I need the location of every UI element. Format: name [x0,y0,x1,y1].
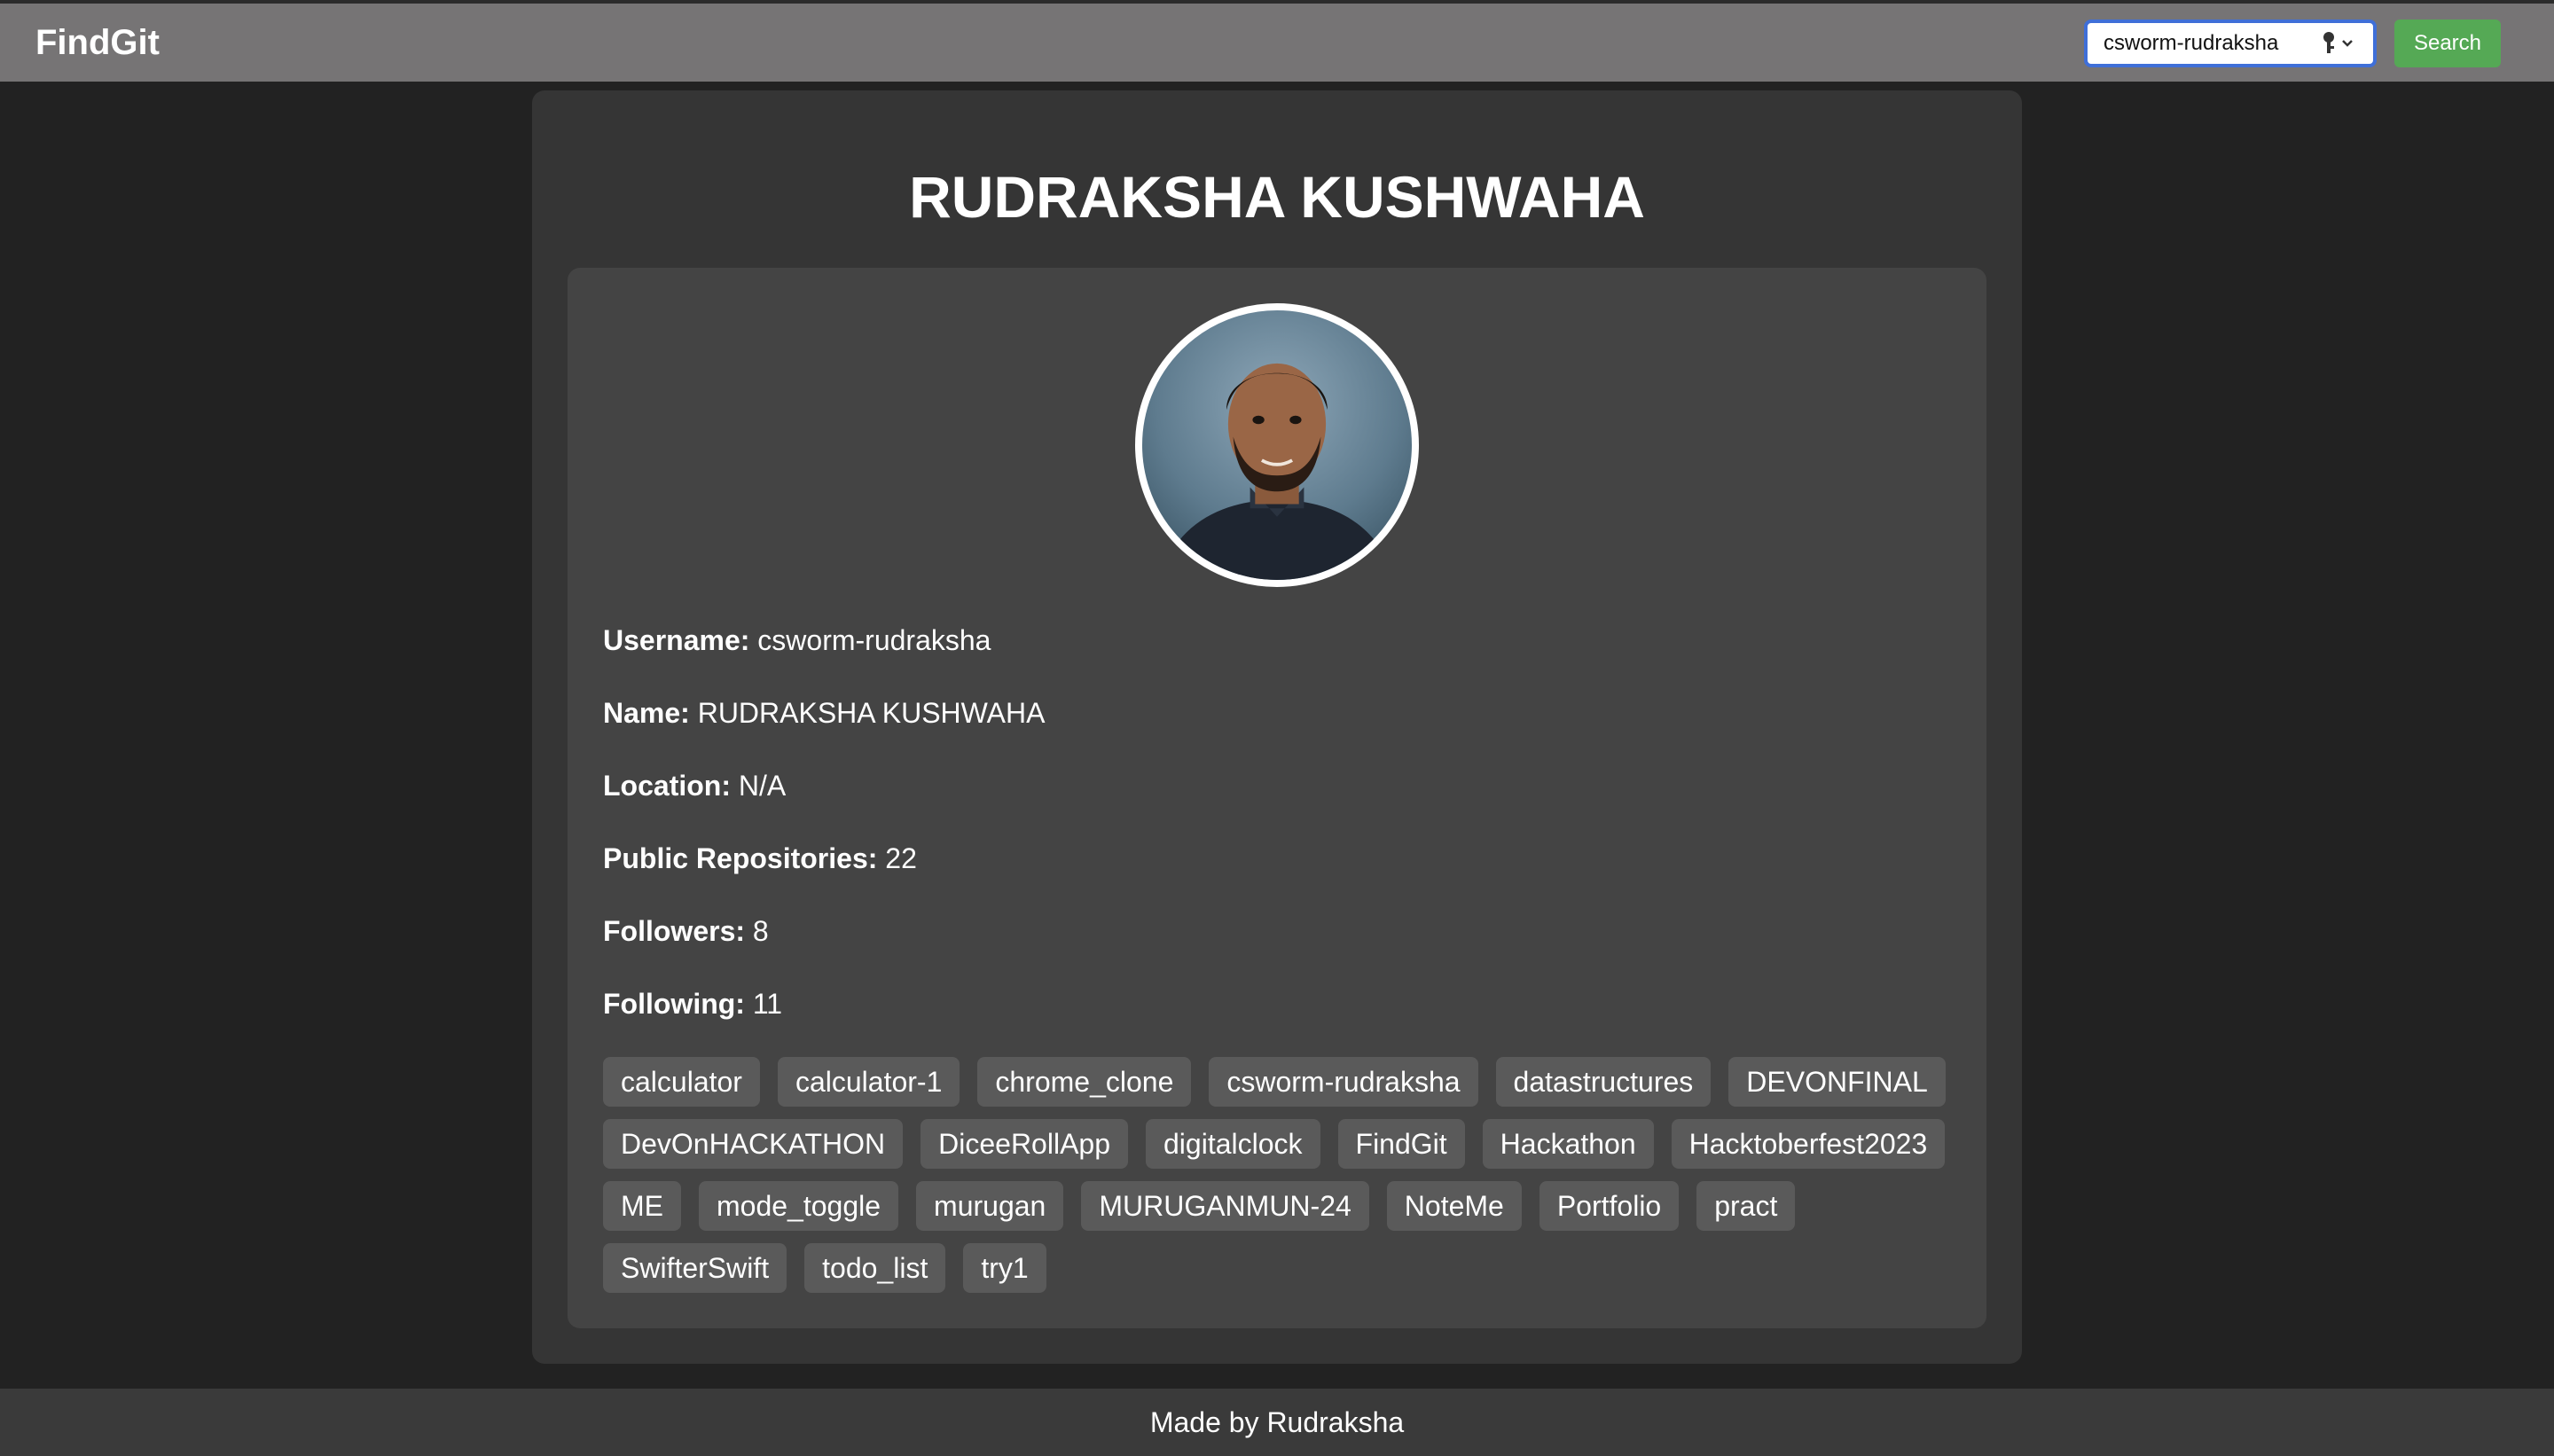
repo-tag[interactable]: SwifterSwift [603,1243,787,1293]
repo-tag[interactable]: mode_toggle [699,1181,899,1231]
key-icon[interactable] [2320,30,2359,57]
info-following-value: 11 [752,988,783,1020]
info-location: Location: N/A [603,768,786,803]
brand-logo[interactable]: FindGit [35,20,160,66]
repo-tag[interactable]: DevOnHACKATHON [603,1119,904,1169]
footer-text: Made by Rudraksha [1149,1406,1405,1438]
info-name-value: RUDRAKSHA KUSHWAHA [697,697,1046,729]
search-button[interactable]: Search [2394,20,2501,67]
info-location-value: N/A [738,770,787,802]
repo-tag[interactable]: DEVONFINAL [1728,1057,1946,1107]
repo-tag[interactable]: Portfolio [1539,1181,1680,1231]
profile-title: RUDRAKSHA KUSHWAHA [909,164,1645,230]
repo-tag[interactable]: FindGit [1337,1119,1465,1169]
info-username-value: csworm-rudraksha [757,624,991,656]
avatar [1135,303,1419,587]
info-public-repositories-value: 22 [885,842,917,874]
repo-tag[interactable]: calculator [603,1057,760,1107]
repo-tag[interactable]: digitalclock [1146,1119,1320,1169]
repo-tag[interactable]: try1 [963,1243,1046,1293]
avatar-image [1159,363,1395,580]
info-name: Name: RUDRAKSHA KUSHWAHA [603,695,1045,731]
info-location-label: Location: [603,770,731,802]
repo-tag[interactable]: DiceeRollApp [921,1119,1128,1169]
repo-tag[interactable]: todo_list [804,1243,946,1293]
repo-tag[interactable]: datastructures [1495,1057,1712,1107]
profile-card: RUDRAKSHA KUSHWAHA Username: csworm-rudr… [532,90,2022,1364]
repo-tag[interactable]: chrome_clone [977,1057,1192,1107]
info-followers: Followers: 8 [603,913,769,949]
info-public-repositories-label: Public Repositories: [603,842,878,874]
repo-tag[interactable]: Hackathon [1482,1119,1654,1169]
repo-tag[interactable]: Hacktoberfest2023 [1671,1119,1946,1169]
repo-tag[interactable]: MURUGANMUN-24 [1081,1181,1369,1231]
info-following-label: Following: [603,988,745,1020]
search-input[interactable] [2104,23,2316,64]
repository-list: calculator calculator-1 chrome_clone csw… [603,1057,1951,1293]
navbar: FindGit Search [0,4,2554,82]
repo-tag[interactable]: csworm-rudraksha [1209,1057,1478,1107]
repo-tag[interactable]: calculator-1 [777,1057,960,1107]
info-followers-value: 8 [752,915,769,947]
repo-tag[interactable]: murugan [916,1181,1064,1231]
profile-details-card: Username: csworm-rudraksha Name: RUDRAKS… [568,268,1986,1328]
info-name-label: Name: [603,697,690,729]
info-followers-label: Followers: [603,915,746,947]
repo-tag[interactable]: ME [603,1181,681,1231]
info-username: Username: csworm-rudraksha [603,622,991,658]
info-public-repositories: Public Repositories: 22 [603,841,917,876]
info-following: Following: 11 [603,986,782,1022]
footer: Made by Rudraksha [0,1389,2554,1456]
search-box[interactable] [2084,20,2377,67]
repo-tag[interactable]: pract [1696,1181,1796,1231]
repo-tag[interactable]: NoteMe [1386,1181,1522,1231]
info-username-label: Username: [603,624,750,656]
